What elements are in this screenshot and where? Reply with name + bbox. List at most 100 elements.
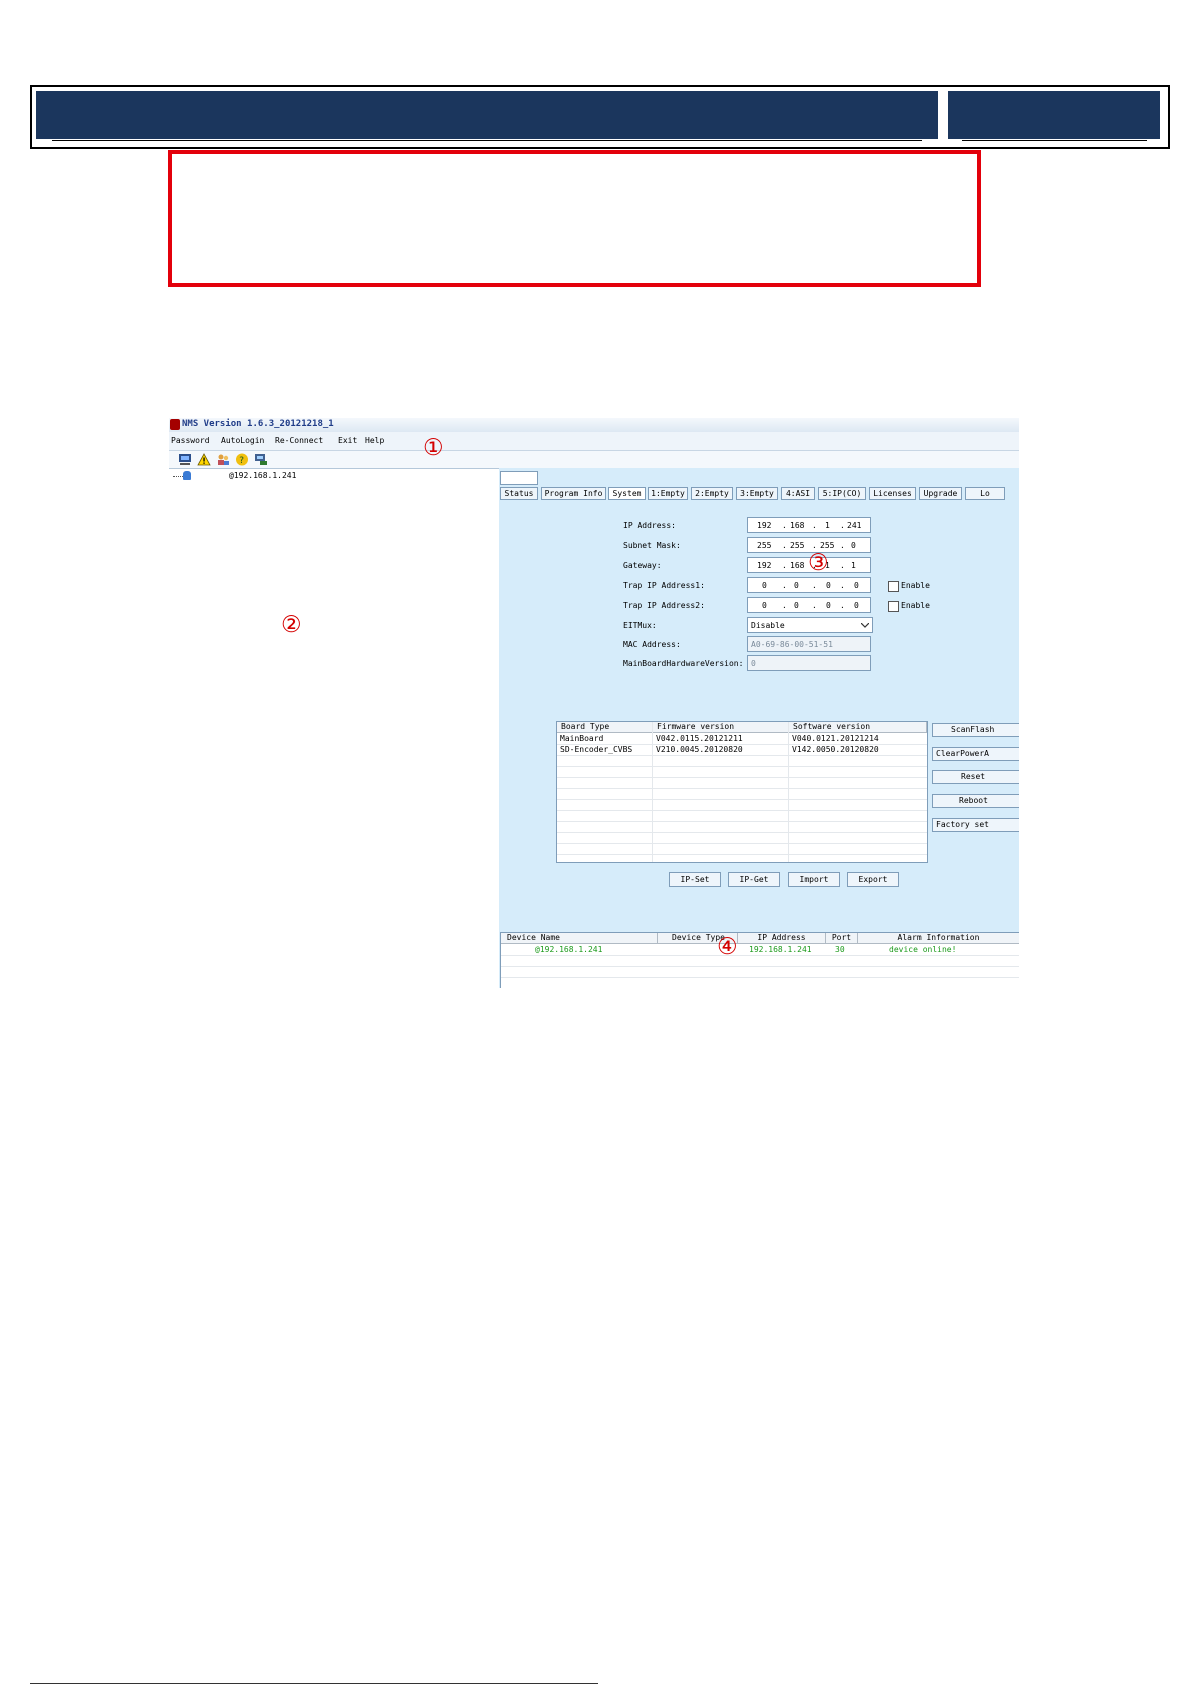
trap2-dot: . [812,601,817,610]
tab-licenses[interactable]: Licenses [869,487,916,500]
trap-ip1-field[interactable]: 0. 0. 0. 0 [747,577,871,593]
device-tab[interactable] [500,471,538,485]
subnet-octet-3: 255 [820,541,835,550]
ip-octet-3: 1 [825,521,830,530]
trap1-enable-label: Enable [901,581,930,590]
device-list: Device Name Device Type IP Address Port … [500,932,1019,988]
table-cell: SD-Encoder_CVBS [560,745,633,754]
tab-log[interactable]: Lo [965,487,1005,500]
trap1-dot: . [840,581,845,590]
device-tree-pane: @192.168.1.241 [169,468,499,988]
grid-line [557,799,927,800]
tab-2-empty[interactable]: 2:Empty [691,487,733,500]
clear-power-button[interactable]: ClearPowerA [932,747,1019,761]
tab-5-ip[interactable]: 5:IP(CO) [818,487,866,500]
column-header-device-name[interactable]: Device Name [501,933,658,944]
trap2-octet-1: 0 [762,601,767,610]
trap2-dot: . [782,601,787,610]
menu-password[interactable]: Password [171,436,210,445]
trap2-dot: . [840,601,845,610]
warning-icon[interactable] [197,453,211,466]
ip-dot: . [840,521,845,530]
menu-reconnect[interactable]: Re-Connect [275,436,323,445]
table-cell: V042.0115.20121211 [656,734,743,743]
grid-line [557,777,927,778]
device-row-name[interactable]: @192.168.1.241 [535,945,602,954]
grid-line [788,722,789,862]
footer-rule [30,1683,598,1684]
grid-line [557,766,927,767]
tab-upgrade[interactable]: Upgrade [919,487,962,500]
grid-line [501,966,1019,967]
mac-address-value: A0-69-86-00-51-51 [751,640,833,649]
help-icon[interactable]: ? [235,453,249,466]
users-icon[interactable] [216,453,230,466]
ip-octet-2: 168 [790,521,805,530]
export-button[interactable]: Export [847,872,899,887]
tab-program-info[interactable]: Program Info [541,487,606,500]
trap1-octet-2: 0 [794,581,799,590]
tree-device-node[interactable]: @192.168.1.241 [229,471,296,480]
tab-system[interactable]: System [608,487,646,500]
trap-ip2-field[interactable]: 0. 0. 0. 0 [747,597,871,613]
tab-3-empty[interactable]: 3:Empty [736,487,778,500]
marker-3: ③ [808,550,829,576]
trap2-enable-checkbox[interactable] [888,601,899,612]
mac-address-label: MAC Address: [623,640,681,649]
svg-text:?: ? [239,456,244,466]
column-header-alarm[interactable]: Alarm Information [858,933,1019,944]
column-header-board-type[interactable]: Board Type [557,722,653,733]
grid-line [652,722,653,862]
menu-autologin[interactable]: AutoLogin [221,436,264,445]
factory-set-button[interactable]: Factory set [932,818,1019,832]
header-rule-side [962,140,1147,141]
subnet-mask-label: Subnet Mask: [623,541,681,550]
grid-line [557,854,927,855]
toolbar: ? [169,451,1019,468]
subnet-octet-4: 0 [851,541,856,550]
ip-octet-4: 241 [847,521,862,530]
menu-help[interactable]: Help [365,436,384,445]
tab-4-asi[interactable]: 4:ASI [781,487,815,500]
subnet-dot: . [812,541,817,550]
grid-line [557,810,927,811]
ip-set-button[interactable]: IP-Set [669,872,721,887]
grid-line [557,821,927,822]
gateway-octet-1: 192 [757,561,772,570]
gateway-dot: . [840,561,845,570]
hw-version-field: 0 [747,655,871,671]
menu-exit[interactable]: Exit [338,436,357,445]
computer-icon[interactable] [178,453,192,466]
ip-address-field[interactable]: 192. 168. 1. 241 [747,517,871,533]
trap-ip1-label: Trap IP Address1: [623,581,705,590]
column-header-firmware[interactable]: Firmware version [653,722,789,733]
trap1-enable-checkbox[interactable] [888,581,899,592]
subnet-dot: . [840,541,845,550]
ip-dot: . [812,521,817,530]
tab-1-empty[interactable]: 1:Empty [648,487,688,500]
gateway-label: Gateway: [623,561,662,570]
table-cell: V142.0050.20120820 [792,745,879,754]
scan-flash-button[interactable]: ScanFlash [932,723,1019,737]
column-header-ip-address[interactable]: IP Address [738,933,826,944]
column-header-software[interactable]: Software version [789,722,927,733]
table-cell: V040.0121.20121214 [792,734,879,743]
trap1-dot: . [782,581,787,590]
reboot-button[interactable]: Reboot [932,794,1019,808]
monitor-icon[interactable] [254,453,268,466]
board-table: Board Type Firmware version Software ver… [556,721,928,863]
grid-line [501,955,1019,956]
ip-octet-1: 192 [757,521,772,530]
trap1-octet-1: 0 [762,581,767,590]
header-side-bar [948,91,1160,139]
import-button[interactable]: Import [788,872,840,887]
eitmux-select[interactable]: Disable [747,617,873,633]
marker-4: ④ [717,934,738,960]
trap1-octet-3: 0 [826,581,831,590]
ip-get-button[interactable]: IP-Get [728,872,780,887]
menu-bar: Password AutoLogin Re-Connect Exit Help [169,432,1019,451]
column-header-port[interactable]: Port [826,933,858,944]
reset-button[interactable]: Reset [932,770,1019,784]
tab-status[interactable]: Status [500,487,538,500]
gateway-octet-2: 168 [790,561,805,570]
